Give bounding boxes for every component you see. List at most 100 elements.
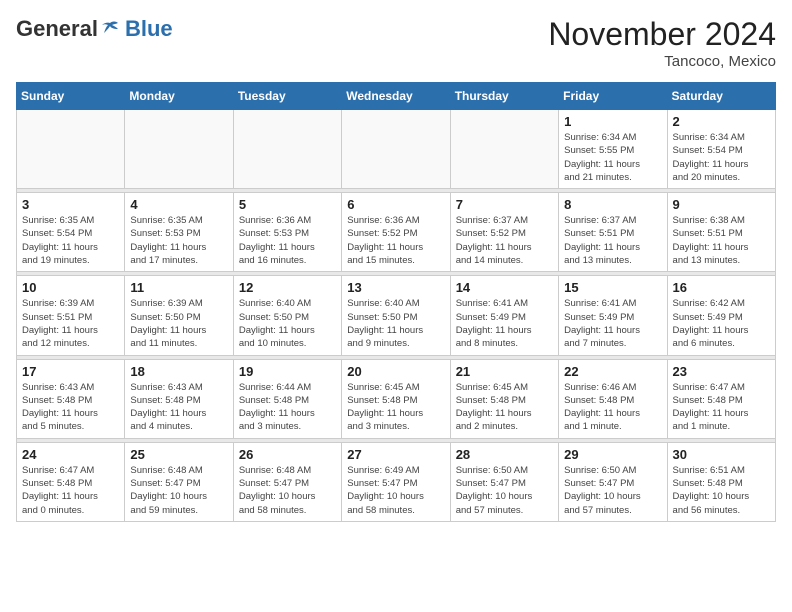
day-number: 26 <box>239 447 336 462</box>
day-number: 3 <box>22 197 119 212</box>
day-number: 18 <box>130 364 227 379</box>
day-number: 17 <box>22 364 119 379</box>
weekday-header-wednesday: Wednesday <box>342 83 450 110</box>
calendar-cell: 22Sunrise: 6:46 AM Sunset: 5:48 PM Dayli… <box>559 359 667 438</box>
calendar-cell: 10 Sunrise: 6:39 AM Sunset: 5:51 PM Dayli… <box>17 276 125 355</box>
day-number: 10 <box>22 280 119 295</box>
day-detail: Sunrise: 6:47 AM Sunset: 5:48 PM Dayligh… <box>673 381 770 434</box>
day-number: 2 <box>673 114 770 129</box>
calendar-week-2: 3 Sunrise: 6:35 AM Sunset: 5:54 PM Daylig… <box>17 193 776 272</box>
location-title: Tancoco, Mexico <box>548 53 776 70</box>
calendar-cell: 25 Sunrise: 6:48 AM Sunset: 5:47 PM Dayli… <box>125 442 233 521</box>
calendar-cell: 17Sunrise: 6:43 AM Sunset: 5:48 PM Dayli… <box>17 359 125 438</box>
day-number: 6 <box>347 197 444 212</box>
calendar-week-3: 10 Sunrise: 6:39 AM Sunset: 5:51 PM Dayli… <box>17 276 776 355</box>
calendar-cell: 30Sunrise: 6:51 AM Sunset: 5:48 PM Dayli… <box>667 442 775 521</box>
day-number: 14 <box>456 280 553 295</box>
calendar-cell <box>125 110 233 189</box>
day-detail: Sunrise: 6:41 AM Sunset: 5:49 PM Dayligh… <box>564 297 661 350</box>
day-number: 5 <box>239 197 336 212</box>
day-number: 28 <box>456 447 553 462</box>
logo: General Blue <box>16 16 173 42</box>
weekday-header-thursday: Thursday <box>450 83 558 110</box>
day-detail: Sunrise: 6:48 AM Sunset: 5:47 PM Dayligh… <box>239 464 336 517</box>
day-number: 15 <box>564 280 661 295</box>
calendar-cell: 21 Sunrise: 6:45 AM Sunset: 5:48 PM Dayli… <box>450 359 558 438</box>
title-section: November 2024 Tancoco, Mexico <box>548 16 776 70</box>
day-number: 8 <box>564 197 661 212</box>
calendar-cell: 1 Sunrise: 6:34 AM Sunset: 5:55 PM Daylig… <box>559 110 667 189</box>
day-detail: Sunrise: 6:36 AM Sunset: 5:52 PM Dayligh… <box>347 214 444 267</box>
day-number: 16 <box>673 280 770 295</box>
day-detail: Sunrise: 6:43 AM Sunset: 5:48 PM Dayligh… <box>130 381 227 434</box>
calendar-cell: 16 Sunrise: 6:42 AM Sunset: 5:49 PM Dayli… <box>667 276 775 355</box>
day-number: 29 <box>564 447 661 462</box>
calendar-cell: 7 Sunrise: 6:37 AM Sunset: 5:52 PM Daylig… <box>450 193 558 272</box>
day-detail: Sunrise: 6:39 AM Sunset: 5:51 PM Dayligh… <box>22 297 119 350</box>
day-detail: Sunrise: 6:48 AM Sunset: 5:47 PM Dayligh… <box>130 464 227 517</box>
month-title: November 2024 <box>548 16 776 53</box>
calendar-cell: 28 Sunrise: 6:50 AM Sunset: 5:47 PM Dayli… <box>450 442 558 521</box>
calendar-cell: 4 Sunrise: 6:35 AM Sunset: 5:53 PM Daylig… <box>125 193 233 272</box>
day-detail: Sunrise: 6:50 AM Sunset: 5:47 PM Dayligh… <box>564 464 661 517</box>
day-detail: Sunrise: 6:35 AM Sunset: 5:54 PM Dayligh… <box>22 214 119 267</box>
day-detail: Sunrise: 6:46 AM Sunset: 5:48 PM Dayligh… <box>564 381 661 434</box>
day-number: 21 <box>456 364 553 379</box>
weekday-header-friday: Friday <box>559 83 667 110</box>
logo-blue-text: Blue <box>125 16 173 42</box>
day-number: 4 <box>130 197 227 212</box>
logo-bird-icon <box>100 19 120 39</box>
day-detail: Sunrise: 6:40 AM Sunset: 5:50 PM Dayligh… <box>239 297 336 350</box>
day-number: 11 <box>130 280 227 295</box>
day-number: 12 <box>239 280 336 295</box>
calendar-header: SundayMondayTuesdayWednesdayThursdayFrid… <box>17 83 776 110</box>
day-number: 24 <box>22 447 119 462</box>
day-detail: Sunrise: 6:45 AM Sunset: 5:48 PM Dayligh… <box>456 381 553 434</box>
calendar-cell: 15 Sunrise: 6:41 AM Sunset: 5:49 PM Dayli… <box>559 276 667 355</box>
day-number: 27 <box>347 447 444 462</box>
day-detail: Sunrise: 6:42 AM Sunset: 5:49 PM Dayligh… <box>673 297 770 350</box>
day-detail: Sunrise: 6:34 AM Sunset: 5:55 PM Dayligh… <box>564 131 661 184</box>
day-number: 1 <box>564 114 661 129</box>
calendar-cell <box>342 110 450 189</box>
day-detail: Sunrise: 6:37 AM Sunset: 5:51 PM Dayligh… <box>564 214 661 267</box>
day-number: 7 <box>456 197 553 212</box>
day-number: 19 <box>239 364 336 379</box>
calendar-week-5: 24Sunrise: 6:47 AM Sunset: 5:48 PM Dayli… <box>17 442 776 521</box>
day-detail: Sunrise: 6:35 AM Sunset: 5:53 PM Dayligh… <box>130 214 227 267</box>
weekday-header-saturday: Saturday <box>667 83 775 110</box>
calendar-cell: 24Sunrise: 6:47 AM Sunset: 5:48 PM Dayli… <box>17 442 125 521</box>
day-detail: Sunrise: 6:50 AM Sunset: 5:47 PM Dayligh… <box>456 464 553 517</box>
day-detail: Sunrise: 6:49 AM Sunset: 5:47 PM Dayligh… <box>347 464 444 517</box>
calendar-body: 1 Sunrise: 6:34 AM Sunset: 5:55 PM Daylig… <box>17 110 776 522</box>
calendar-cell: 3 Sunrise: 6:35 AM Sunset: 5:54 PM Daylig… <box>17 193 125 272</box>
page-header: General Blue November 2024 Tancoco, Mexi… <box>16 16 776 70</box>
day-number: 13 <box>347 280 444 295</box>
calendar-cell: 2 Sunrise: 6:34 AM Sunset: 5:54 PM Daylig… <box>667 110 775 189</box>
day-detail: Sunrise: 6:38 AM Sunset: 5:51 PM Dayligh… <box>673 214 770 267</box>
calendar-cell: 23 Sunrise: 6:47 AM Sunset: 5:48 PM Dayli… <box>667 359 775 438</box>
day-number: 23 <box>673 364 770 379</box>
calendar-cell: 8 Sunrise: 6:37 AM Sunset: 5:51 PM Daylig… <box>559 193 667 272</box>
day-number: 9 <box>673 197 770 212</box>
day-detail: Sunrise: 6:45 AM Sunset: 5:48 PM Dayligh… <box>347 381 444 434</box>
calendar-cell: 19Sunrise: 6:44 AM Sunset: 5:48 PM Dayli… <box>233 359 341 438</box>
day-detail: Sunrise: 6:34 AM Sunset: 5:54 PM Dayligh… <box>673 131 770 184</box>
calendar-cell: 27 Sunrise: 6:49 AM Sunset: 5:47 PM Dayli… <box>342 442 450 521</box>
day-detail: Sunrise: 6:37 AM Sunset: 5:52 PM Dayligh… <box>456 214 553 267</box>
calendar-cell: 13Sunrise: 6:40 AM Sunset: 5:50 PM Dayli… <box>342 276 450 355</box>
calendar-cell: 14 Sunrise: 6:41 AM Sunset: 5:49 PM Dayli… <box>450 276 558 355</box>
day-detail: Sunrise: 6:36 AM Sunset: 5:53 PM Dayligh… <box>239 214 336 267</box>
day-number: 20 <box>347 364 444 379</box>
weekday-header-tuesday: Tuesday <box>233 83 341 110</box>
calendar-cell: 12 Sunrise: 6:40 AM Sunset: 5:50 PM Dayli… <box>233 276 341 355</box>
weekday-header-monday: Monday <box>125 83 233 110</box>
logo-general-text: General <box>16 16 98 42</box>
calendar-week-4: 17 Sunrise: 6:43 AM Sunset: 5:48 PM Dayli… <box>17 359 776 438</box>
calendar-cell: 26 Sunrise: 6:48 AM Sunset: 5:47 PM Dayli… <box>233 442 341 521</box>
calendar-cell <box>233 110 341 189</box>
day-detail: Sunrise: 6:41 AM Sunset: 5:49 PM Dayligh… <box>456 297 553 350</box>
day-number: 25 <box>130 447 227 462</box>
calendar-week-1: 1 Sunrise: 6:34 AM Sunset: 5:55 PM Daylig… <box>17 110 776 189</box>
calendar-cell: 6 Sunrise: 6:36 AM Sunset: 5:52 PM Daylig… <box>342 193 450 272</box>
